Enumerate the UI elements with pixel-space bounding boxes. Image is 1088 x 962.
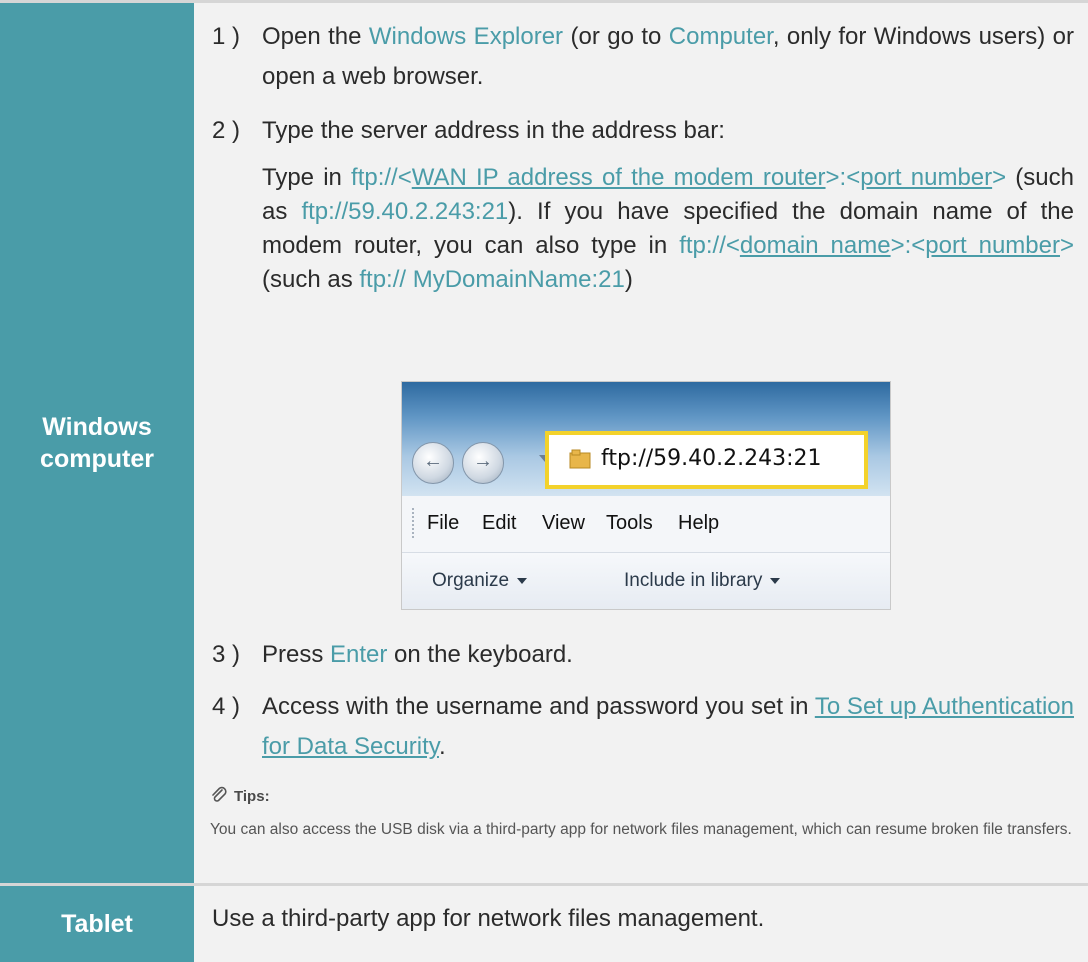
grip-handle [412, 508, 417, 538]
address-text: ftp://59.40.2.243:21 [601, 446, 822, 471]
menu-bar: File Edit View Tools Help [402, 496, 890, 553]
link-text[interactable]: WAN IP address of the modem router [412, 164, 826, 191]
text-segment: Open the [262, 23, 369, 50]
step-4: 4 ) Access with the username and passwor… [212, 687, 1074, 767]
text-segment: ) [624, 266, 633, 293]
include-in-library-button[interactable]: Include in library [624, 570, 781, 592]
chevron-down-icon [517, 577, 528, 584]
menu-view[interactable]: View [542, 512, 585, 535]
tablet-text: Use a third-party app for network files … [212, 905, 765, 932]
step-text: Type the server address in the address b… [262, 117, 725, 144]
step-3: 3 ) Press Enter on the keyboard. [212, 635, 1074, 675]
explorer-screenshot: ← → ftp://59.40.2.243:21 File Edit View … [401, 381, 891, 610]
row-label-windows: Windows computer [0, 3, 194, 883]
step-number: 2 ) [212, 117, 241, 144]
tips-title: Tips: [234, 788, 270, 805]
paperclip-icon [212, 786, 227, 802]
row-content-windows: 1 ) Open the Windows Explorer (or go to … [194, 3, 1088, 883]
row-label-tablet: Tablet [0, 886, 194, 962]
chevron-down-icon [770, 577, 781, 584]
text-segment: Access with the username and password yo… [262, 693, 815, 720]
tips-body: You can also access the USB disk via a t… [210, 821, 1072, 838]
highlighted-text: > [1059, 232, 1074, 259]
menu-tools[interactable]: Tools [606, 512, 653, 535]
step-text: Open the Windows Explorer (or go to Comp… [262, 17, 1074, 97]
step-2: 2 ) Type the server address in the addre… [212, 111, 1074, 151]
address-detail: Type in ftp://<WAN IP address of the mod… [262, 161, 1074, 297]
link-text[interactable]: domain name [740, 232, 891, 259]
highlighted-text: ftp:// MyDomainName:21 [359, 266, 625, 293]
include-label: Include in library [624, 570, 763, 591]
explorer-toolbar: Organize Include in library [402, 553, 890, 609]
highlighted-text: >:< [890, 232, 926, 259]
text-segment: (or go to [563, 23, 669, 50]
menu-file[interactable]: File [427, 512, 459, 535]
text-segment: Press [262, 641, 331, 668]
highlighted-text: Enter [330, 641, 388, 668]
step-1: 1 ) Open the Windows Explorer (or go to … [212, 17, 1074, 97]
text-segment: Type in [262, 164, 352, 191]
address-bar[interactable]: ftp://59.40.2.243:21 [545, 431, 868, 489]
highlighted-text: ftp://< [679, 232, 740, 259]
step-text: Press Enter on the keyboard. [262, 635, 1074, 675]
menu-edit[interactable]: Edit [482, 512, 516, 535]
organize-label: Organize [432, 570, 510, 591]
row-content-tablet: Use a third-party app for network files … [194, 886, 1088, 962]
text-segment: on the keyboard. [387, 641, 573, 668]
instructions-table: Windows computer 1 ) Open the Windows Ex… [0, 0, 1088, 962]
step-number: 3 ) [212, 641, 241, 668]
step-number: 4 ) [212, 693, 241, 720]
text-segment: . [438, 733, 446, 760]
folder-icon [569, 449, 591, 469]
row-label-text: Tablet [61, 910, 133, 938]
text-segment: (such as [262, 266, 360, 293]
highlighted-text: Computer [668, 23, 773, 50]
step-number: 1 ) [212, 23, 241, 50]
organize-button[interactable]: Organize [432, 570, 528, 592]
link-text[interactable]: port number [860, 164, 992, 191]
menu-help[interactable]: Help [678, 512, 719, 535]
highlighted-text: > [992, 164, 1007, 191]
row-label-text: Windows computer [40, 413, 154, 473]
forward-arrow-icon[interactable]: → [462, 442, 504, 484]
highlighted-text: Windows Explorer [368, 23, 564, 50]
highlighted-text: ftp://59.40.2.243:21 [301, 198, 509, 225]
step-text: Access with the username and password yo… [262, 687, 1074, 767]
highlighted-text: >:< [825, 164, 861, 191]
link-text[interactable]: port number [925, 232, 1060, 259]
back-arrow-icon[interactable]: ← [412, 442, 454, 484]
highlighted-text: ftp://< [351, 164, 412, 191]
